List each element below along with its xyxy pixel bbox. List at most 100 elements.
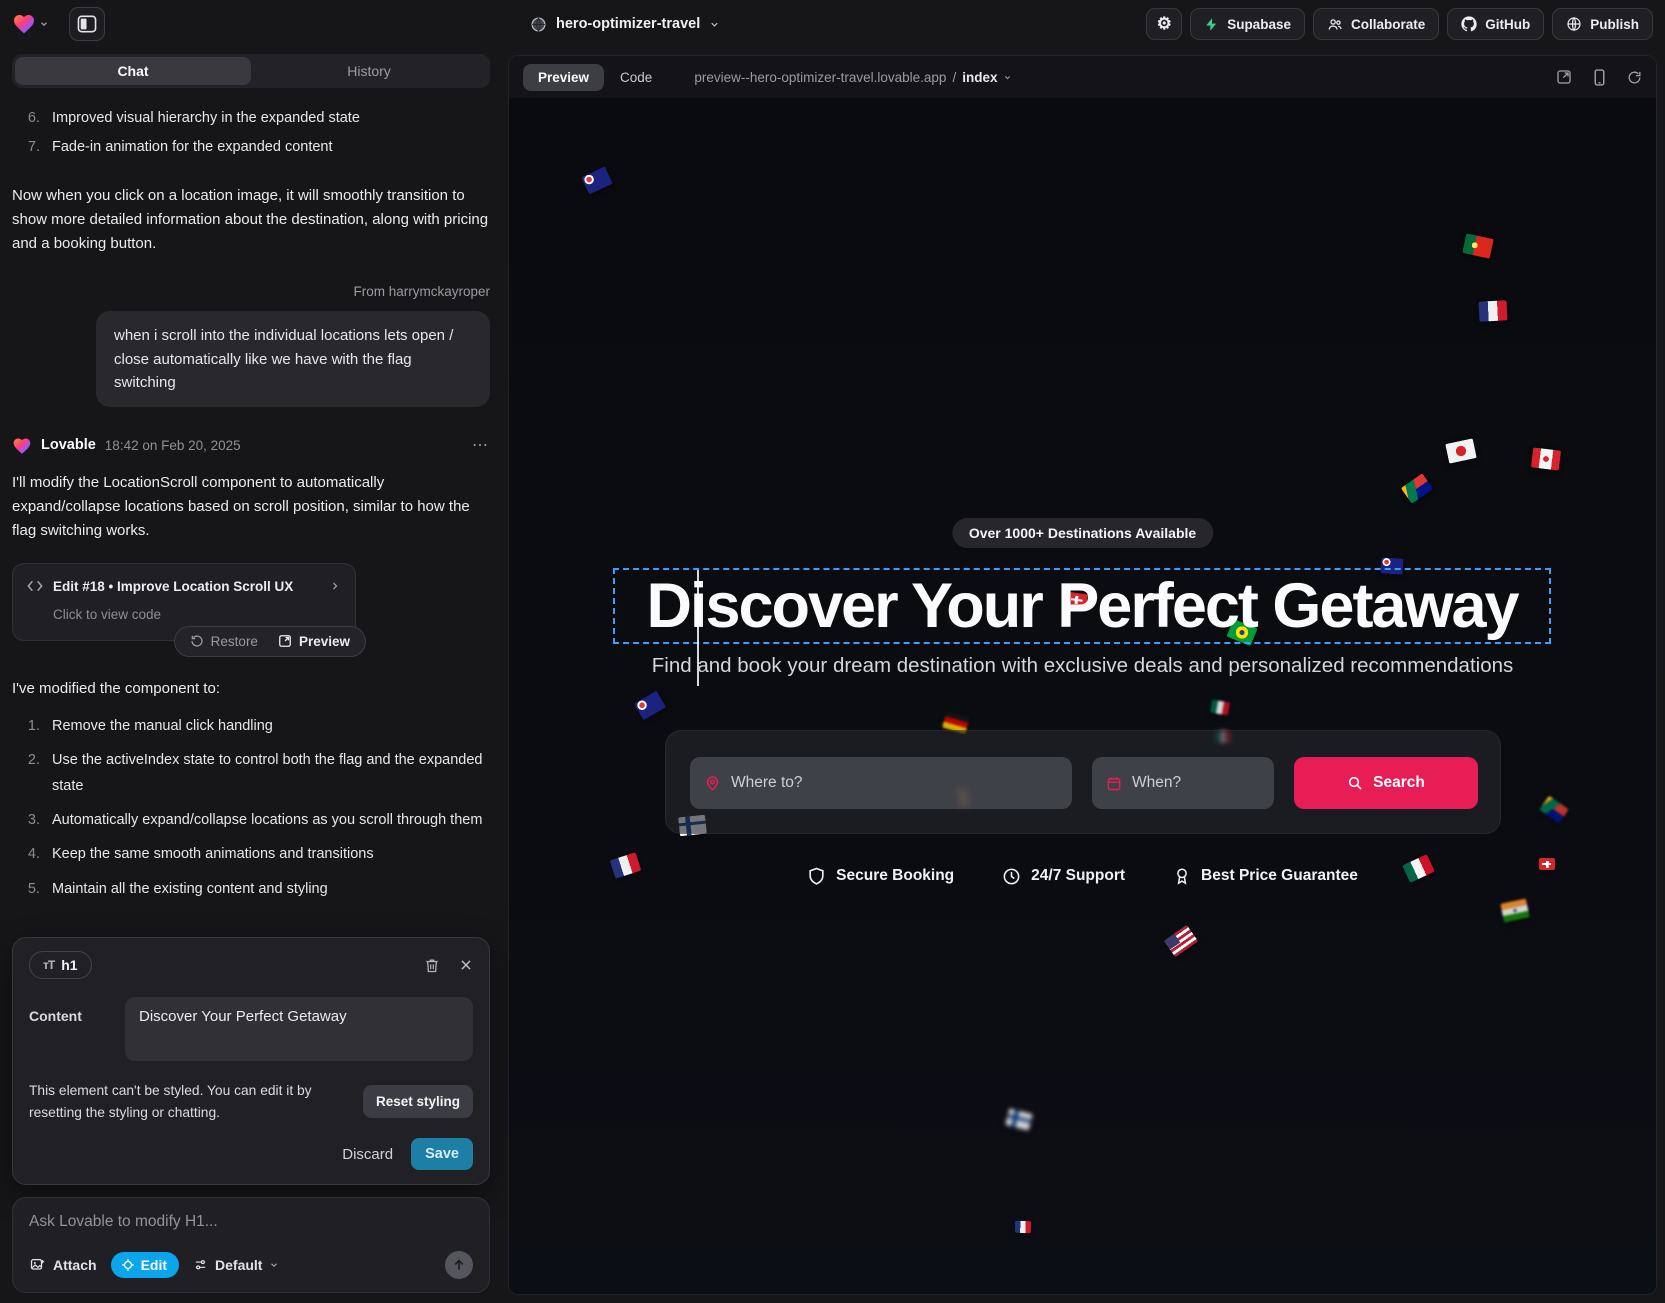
search-button[interactable]: Search — [1294, 757, 1478, 809]
chat-input[interactable] — [29, 1213, 473, 1231]
assistant-name: Lovable — [41, 434, 96, 457]
australia-flag-icon — [634, 691, 666, 720]
collaborate-button[interactable]: Collaborate — [1313, 8, 1439, 40]
external-link-icon — [278, 634, 292, 648]
send-message-button[interactable] — [445, 1251, 473, 1279]
supabase-bolt-icon — [1204, 17, 1219, 32]
restore-preview-pill: Restore Preview — [174, 626, 366, 657]
chevron-down-icon — [39, 19, 49, 29]
japan-flag-icon — [1445, 438, 1477, 463]
element-tag-badge[interactable]: тT h1 — [29, 951, 92, 979]
list-item: 7.Fade-in animation for the expanded con… — [12, 133, 490, 162]
france-flag-icon — [1015, 1221, 1031, 1234]
globe-icon — [530, 16, 547, 33]
feature-secure-booking: Secure Booking — [807, 866, 954, 886]
gear-icon: ⚙ — [1157, 14, 1172, 34]
sidebar-tabs: Chat History — [12, 54, 490, 88]
type-icon: тT — [43, 958, 54, 972]
clock-icon — [1002, 867, 1021, 886]
date-field[interactable] — [1092, 757, 1274, 809]
top-bar: hero-optimizer-travel ⚙ Supabase Collabo… — [0, 0, 1665, 48]
delete-element-button[interactable] — [424, 957, 440, 974]
assistant-paragraph: Now when you click on a location image, … — [12, 184, 490, 256]
preview-toolbar: Preview Code preview--hero-optimizer-tra… — [509, 56, 1656, 98]
chat-scroll-area[interactable]: 6.Improved visual hierarchy in the expan… — [12, 88, 490, 937]
award-icon — [1173, 866, 1191, 886]
project-switcher[interactable]: hero-optimizer-travel — [530, 0, 720, 48]
refresh-button[interactable] — [1627, 70, 1642, 85]
selection-box — [613, 568, 1551, 644]
save-button[interactable]: Save — [411, 1138, 473, 1170]
github-icon — [1461, 16, 1477, 32]
list-item: 4.Keep the same smooth animations and tr… — [12, 842, 490, 867]
edit-mode-button[interactable]: Edit — [111, 1252, 179, 1278]
content-field-label: Content — [29, 997, 101, 1061]
feature-support: 24/7 Support — [1002, 866, 1125, 886]
calendar-icon — [1106, 775, 1122, 792]
assistant-message-header: Lovable 18:42 on Feb 20, 2025 ⋯ — [12, 433, 490, 459]
preview-url[interactable]: preview--hero-optimizer-travel.lovable.a… — [694, 70, 1012, 85]
globe-icon — [1566, 16, 1582, 32]
sidebar-toggle-button[interactable] — [69, 7, 105, 41]
publish-button[interactable]: Publish — [1552, 8, 1653, 40]
search-card: Search — [665, 730, 1501, 834]
lovable-heart-icon — [12, 436, 32, 456]
image-icon — [29, 1257, 46, 1273]
chat-input-card: Attach Edit Default — [12, 1197, 490, 1293]
canada-flag-icon — [1531, 447, 1561, 470]
destination-field[interactable] — [690, 757, 1072, 809]
destination-input[interactable] — [731, 774, 1058, 792]
sliders-icon — [193, 1258, 208, 1272]
github-button[interactable]: GitHub — [1447, 8, 1544, 40]
list-item: 6.Improved visual hierarchy in the expan… — [12, 104, 490, 133]
chevron-down-icon — [709, 19, 720, 30]
usa-flag-icon — [1164, 925, 1198, 957]
map-pin-icon — [704, 774, 721, 792]
url-host: preview--hero-optimizer-travel.lovable.a… — [694, 70, 946, 85]
project-name: hero-optimizer-travel — [556, 16, 700, 32]
lovable-heart-icon — [12, 12, 36, 36]
close-panel-button[interactable] — [459, 958, 473, 972]
shield-icon — [807, 866, 826, 886]
reset-styling-button[interactable]: Reset styling — [363, 1085, 473, 1118]
discard-button[interactable]: Discard — [342, 1146, 393, 1163]
southafrica-flag-icon — [1539, 796, 1568, 824]
tab-history[interactable]: History — [251, 57, 487, 85]
settings-button[interactable]: ⚙ — [1146, 8, 1182, 40]
url-page: index — [962, 70, 997, 85]
date-input[interactable] — [1132, 774, 1260, 792]
element-editor-panel: тT h1 Content Discover Your Perfect Geta… — [12, 937, 490, 1185]
supabase-button[interactable]: Supabase — [1190, 8, 1305, 40]
france-flag-icon — [1478, 300, 1507, 321]
assistant-steps-list: 1.Remove the manual click handling 2.Use… — [12, 714, 490, 902]
crosshair-icon — [121, 1258, 135, 1272]
india-flag-icon — [1500, 899, 1529, 923]
restore-button[interactable]: Restore — [190, 631, 258, 653]
content-input[interactable]: Discover Your Perfect Getaway — [125, 997, 473, 1061]
search-icon — [1347, 775, 1363, 791]
open-in-new-tab-button[interactable] — [1556, 69, 1572, 85]
mobile-view-button[interactable] — [1593, 69, 1606, 86]
assistant-paragraph: I've modified the component to: — [12, 677, 490, 701]
site-viewport[interactable]: Over 1000+ Destinations Available Discov… — [509, 98, 1656, 1294]
finland-flag-icon — [1005, 1108, 1032, 1130]
australia-flag-icon — [581, 166, 613, 194]
chevron-right-icon — [329, 580, 341, 592]
tab-code[interactable]: Code — [620, 70, 652, 85]
panel-left-icon — [77, 15, 97, 33]
users-icon — [1327, 17, 1343, 32]
preview-version-button[interactable]: Preview — [278, 631, 350, 653]
edit-card-title: Edit #18 • Improve Location Scroll UX — [53, 576, 293, 598]
styling-note: This element can't be styled. You can ed… — [29, 1080, 337, 1123]
tab-preview[interactable]: Preview — [523, 64, 604, 91]
hero-subtitle: Find and book your dream destination wit… — [509, 654, 1656, 678]
code-icon — [27, 579, 43, 593]
mode-select-button[interactable]: Default — [193, 1257, 279, 1273]
tab-chat[interactable]: Chat — [15, 57, 251, 85]
assistant-paragraph: I'll modify the LocationScroll component… — [12, 471, 490, 543]
lovable-logo-menu[interactable] — [12, 12, 49, 36]
user-message-bubble: when i scroll into the individual locati… — [96, 311, 490, 407]
attach-button[interactable]: Attach — [29, 1257, 97, 1273]
message-menu-button[interactable]: ⋯ — [472, 433, 490, 459]
chat-sidebar: Chat History 6.Improved visual hierarchy… — [0, 48, 502, 1303]
